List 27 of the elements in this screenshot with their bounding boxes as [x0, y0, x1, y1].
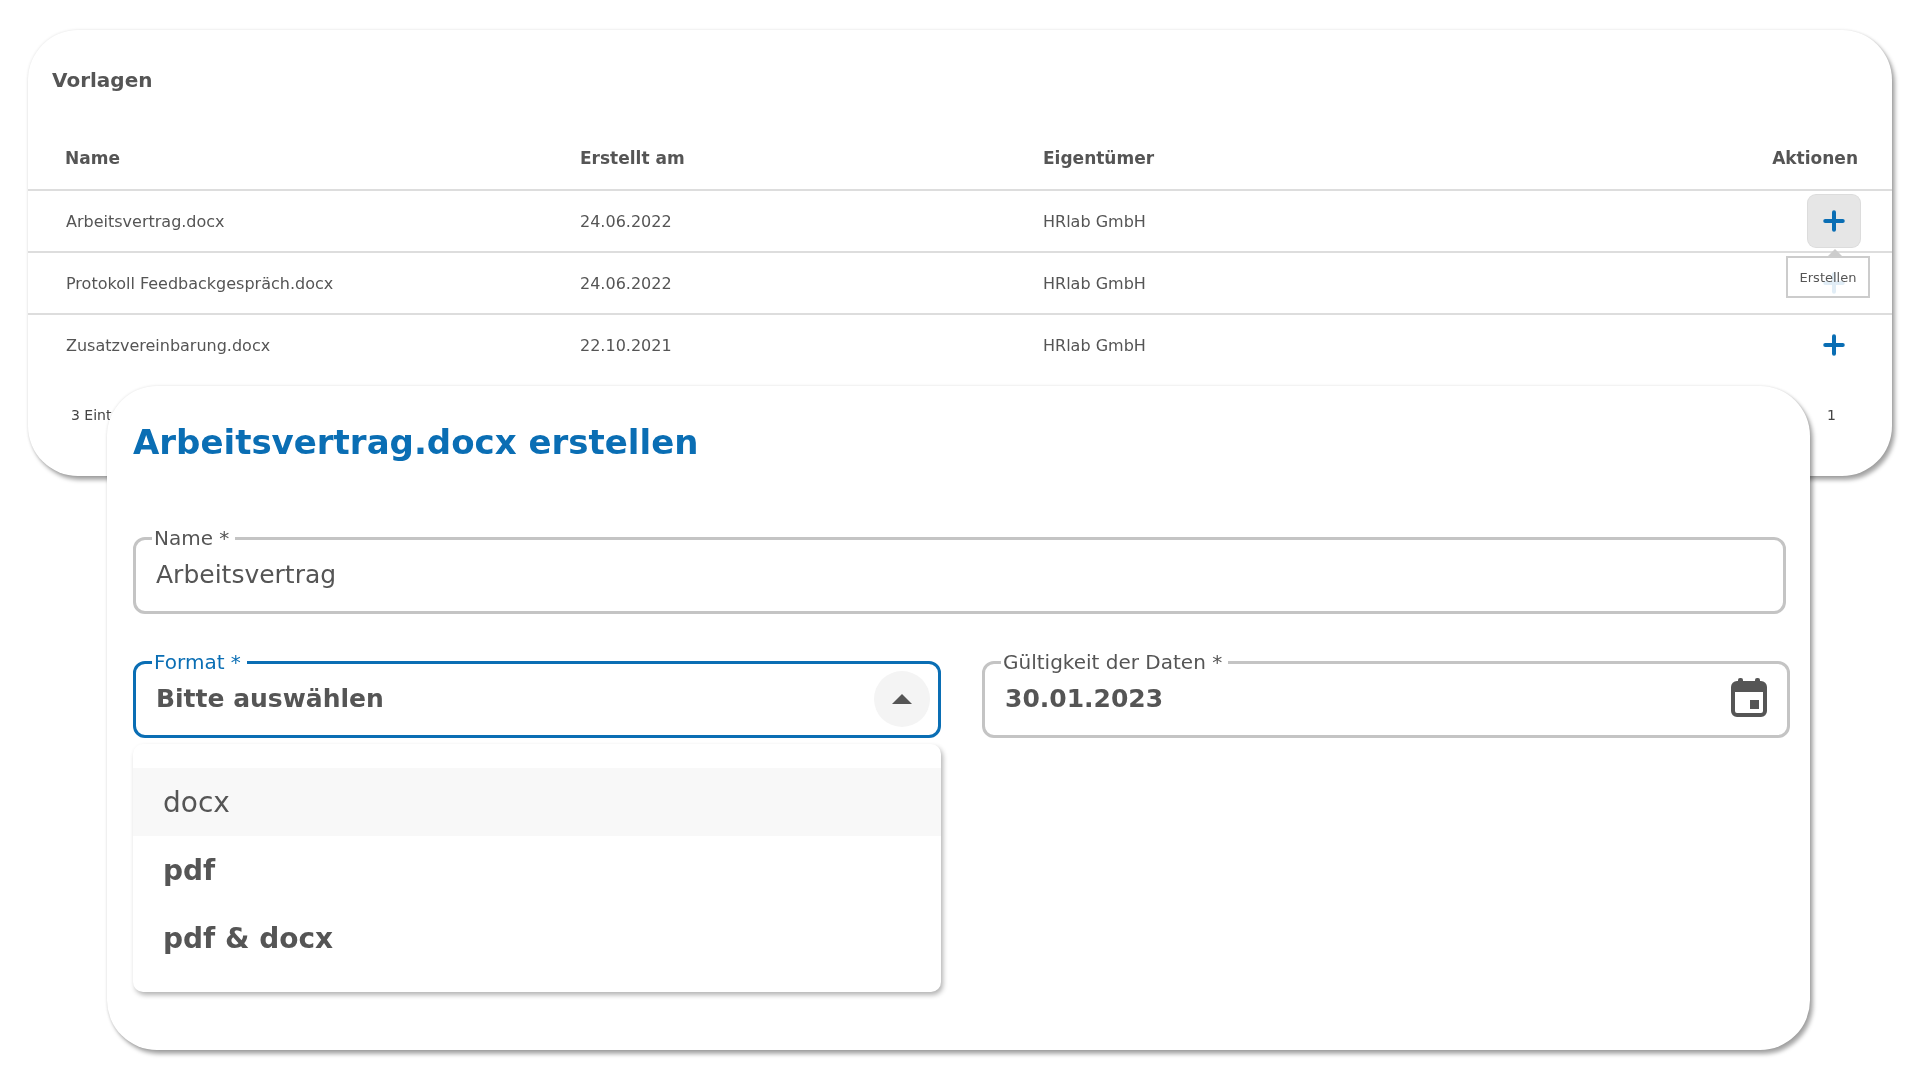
dialog-title: Arbeitsvertrag.docx erstellen	[133, 422, 700, 462]
table-cell: HRlab GmbH	[1043, 211, 1146, 231]
date-field[interactable]: Gültigkeit der Daten * 30.01.2023	[982, 652, 1790, 738]
caret-icon	[892, 693, 912, 704]
table-cell: 22.10.2021	[580, 335, 672, 355]
table-cell: HRlab GmbH	[1043, 273, 1146, 293]
table-cell: Zusatzvereinbarung.docx	[66, 335, 271, 355]
dropdown-option[interactable]: docx	[133, 768, 941, 836]
calendar-icon[interactable]	[1731, 676, 1767, 717]
table-cell: Protokoll Feedbackgespräch.docx	[66, 273, 334, 293]
column-header: Eigentümer	[1043, 126, 1692, 191]
page-number[interactable]: 1	[1827, 407, 1836, 423]
table-cell: 24.06.2022	[580, 211, 672, 231]
dropdown-option[interactable]: pdf & docx	[133, 904, 941, 972]
table-cell: 24.06.2022	[580, 273, 672, 293]
card-title: Vorlagen	[51, 68, 154, 94]
column-header: Aktionen	[1692, 126, 1892, 191]
table-cell: Arbeitsvertrag.docx	[66, 211, 225, 231]
create-button[interactable]	[1808, 195, 1860, 247]
name-field[interactable]: Name * Arbeitsvertrag	[133, 528, 1786, 614]
dropdown-option[interactable]: pdf	[133, 836, 941, 904]
table-cell: HRlab GmbH	[1043, 335, 1146, 355]
entry-count: 3 Eint	[71, 407, 112, 423]
column-header: Erstellt am	[580, 126, 1043, 191]
tooltip: Erstellen	[1786, 256, 1870, 298]
column-header: Name	[28, 126, 580, 191]
format-select[interactable]: Format * Bitte auswählen	[133, 652, 941, 738]
